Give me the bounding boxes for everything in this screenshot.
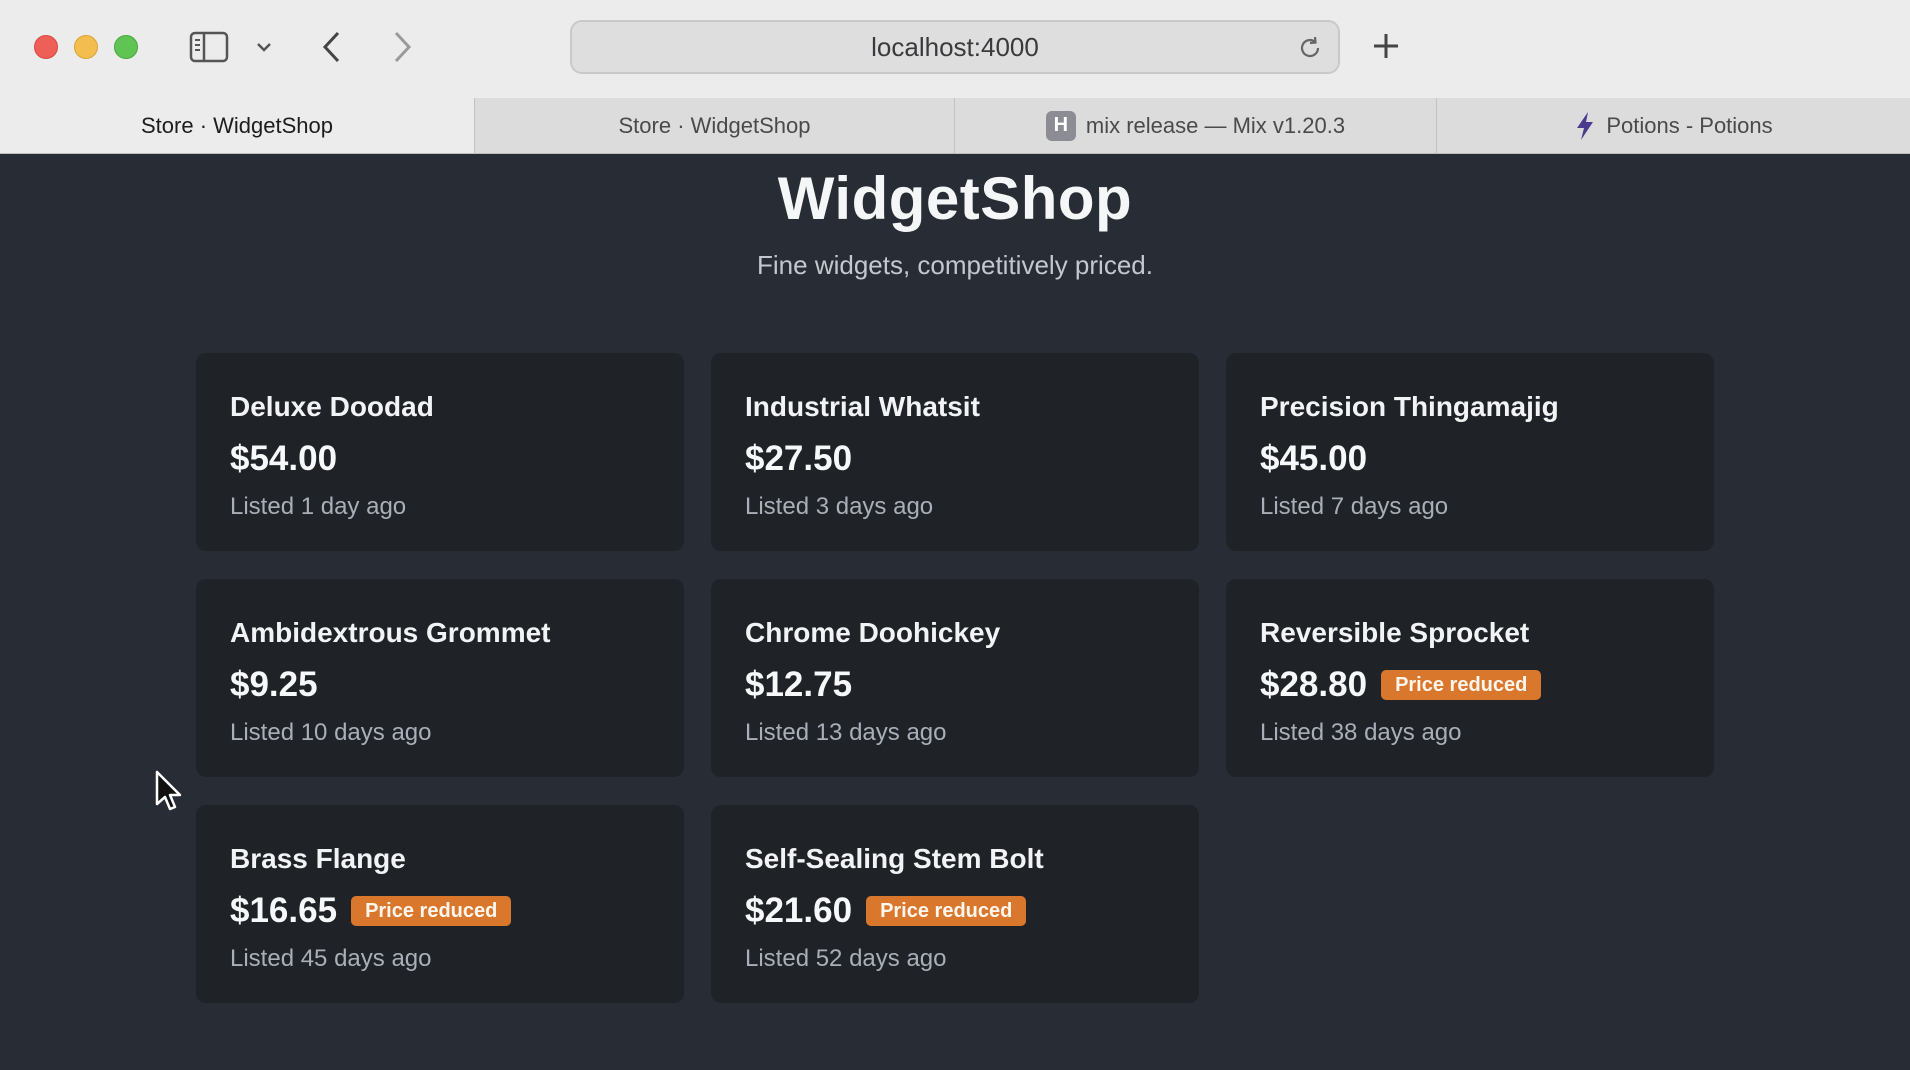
tab-mix-release[interactable]: H mix release — Mix v1.20.3	[954, 98, 1436, 153]
product-name: Precision Thingamajig	[1260, 391, 1559, 422]
listed-date: Listed 3 days ago	[745, 493, 934, 520]
price-row: $27.50	[745, 437, 1165, 481]
product-card[interactable]: Precision Thingamajig $45.00 Listed 7 da…	[1226, 353, 1714, 551]
sidebar-icon[interactable]	[188, 28, 230, 66]
listed-date: Listed 7 days ago	[1260, 493, 1449, 520]
tab-bar: Store · WidgetShop Store · WidgetShop H …	[0, 98, 1910, 154]
product-name: Self-Sealing Stem Bolt	[745, 843, 1044, 874]
price-row: $21.60 Price reduced	[745, 889, 1165, 933]
product-card[interactable]: Industrial Whatsit $27.50 Listed 3 days …	[711, 353, 1199, 551]
tab-label: Store · WidgetShop	[141, 112, 333, 138]
product-name: Deluxe Doodad	[230, 391, 434, 422]
price-reduced-badge: Price reduced	[1381, 670, 1542, 700]
tab-store-widgetshop-active[interactable]: Store · WidgetShop	[0, 98, 474, 153]
product-price: $16.65	[230, 891, 338, 930]
product-price: $9.25	[230, 665, 318, 704]
listed-date: Listed 52 days ago	[745, 945, 947, 972]
chevron-down-icon[interactable]	[252, 36, 276, 58]
url-text: localhost:4000	[871, 31, 1039, 62]
lightning-icon	[1574, 111, 1596, 141]
zoom-window-button[interactable]	[114, 35, 138, 59]
price-row: $45.00	[1260, 437, 1680, 481]
product-name: Chrome Doohickey	[745, 617, 1001, 648]
hex-h-favicon-icon: H	[1045, 110, 1076, 141]
listed-date: Listed 13 days ago	[745, 719, 947, 746]
product-name: Reversible Sprocket	[1260, 617, 1530, 648]
price-row: $54.00	[230, 437, 650, 481]
product-name: Ambidextrous Grommet	[230, 617, 551, 648]
product-grid: Deluxe Doodad $54.00 Listed 1 day ago In…	[196, 353, 1714, 1003]
plus-icon[interactable]	[1366, 26, 1406, 66]
price-row: $28.80 Price reduced	[1260, 663, 1680, 707]
reload-icon[interactable]	[1296, 34, 1324, 62]
close-window-button[interactable]	[34, 35, 58, 59]
price-row: $9.25	[230, 663, 650, 707]
tab-potions[interactable]: Potions - Potions	[1436, 98, 1910, 153]
product-card[interactable]: Ambidextrous Grommet $9.25 Listed 10 day…	[196, 579, 684, 777]
address-bar[interactable]: localhost:4000	[570, 20, 1340, 74]
price-reduced-badge: Price reduced	[351, 896, 512, 926]
listed-date: Listed 1 day ago	[230, 493, 407, 520]
mouse-cursor-icon	[154, 770, 184, 812]
product-price: $12.75	[745, 665, 853, 704]
price-row: $12.75	[745, 663, 1165, 707]
back-icon[interactable]	[316, 28, 348, 66]
listed-date: Listed 45 days ago	[230, 945, 432, 972]
product-card[interactable]: Deluxe Doodad $54.00 Listed 1 day ago	[196, 353, 684, 551]
listed-date: Listed 38 days ago	[1260, 719, 1462, 746]
tab-label: mix release — Mix v1.20.3	[1085, 112, 1346, 138]
product-card[interactable]: Reversible Sprocket $28.80 Price reduced…	[1226, 579, 1714, 777]
product-card[interactable]: Chrome Doohickey $12.75 Listed 13 days a…	[711, 579, 1199, 777]
product-card[interactable]: Self-Sealing Stem Bolt $21.60 Price redu…	[711, 805, 1199, 1003]
page-title: WidgetShop	[777, 165, 1133, 232]
product-name: Industrial Whatsit	[745, 391, 980, 422]
product-price: $54.00	[230, 439, 338, 478]
minimize-window-button[interactable]	[74, 35, 98, 59]
product-price: $45.00	[1260, 439, 1368, 478]
product-price: $27.50	[745, 439, 853, 478]
tab-store-widgetshop[interactable]: Store · WidgetShop	[474, 98, 954, 153]
price-reduced-badge: Price reduced	[866, 896, 1027, 926]
tab-label: Potions - Potions	[1606, 112, 1773, 138]
listed-date: Listed 10 days ago	[230, 719, 432, 746]
forward-icon[interactable]	[386, 28, 418, 66]
product-name: Brass Flange	[230, 843, 406, 874]
browser-toolbar: localhost:4000	[0, 0, 1910, 98]
tab-label: Store · WidgetShop	[618, 112, 811, 138]
product-price: $28.80	[1260, 665, 1368, 704]
price-row: $16.65 Price reduced	[230, 889, 650, 933]
product-price: $21.60	[745, 891, 853, 930]
page-subtitle: Fine widgets, competitively priced.	[757, 250, 1153, 280]
product-card[interactable]: Brass Flange $16.65 Price reduced Listed…	[196, 805, 684, 1003]
